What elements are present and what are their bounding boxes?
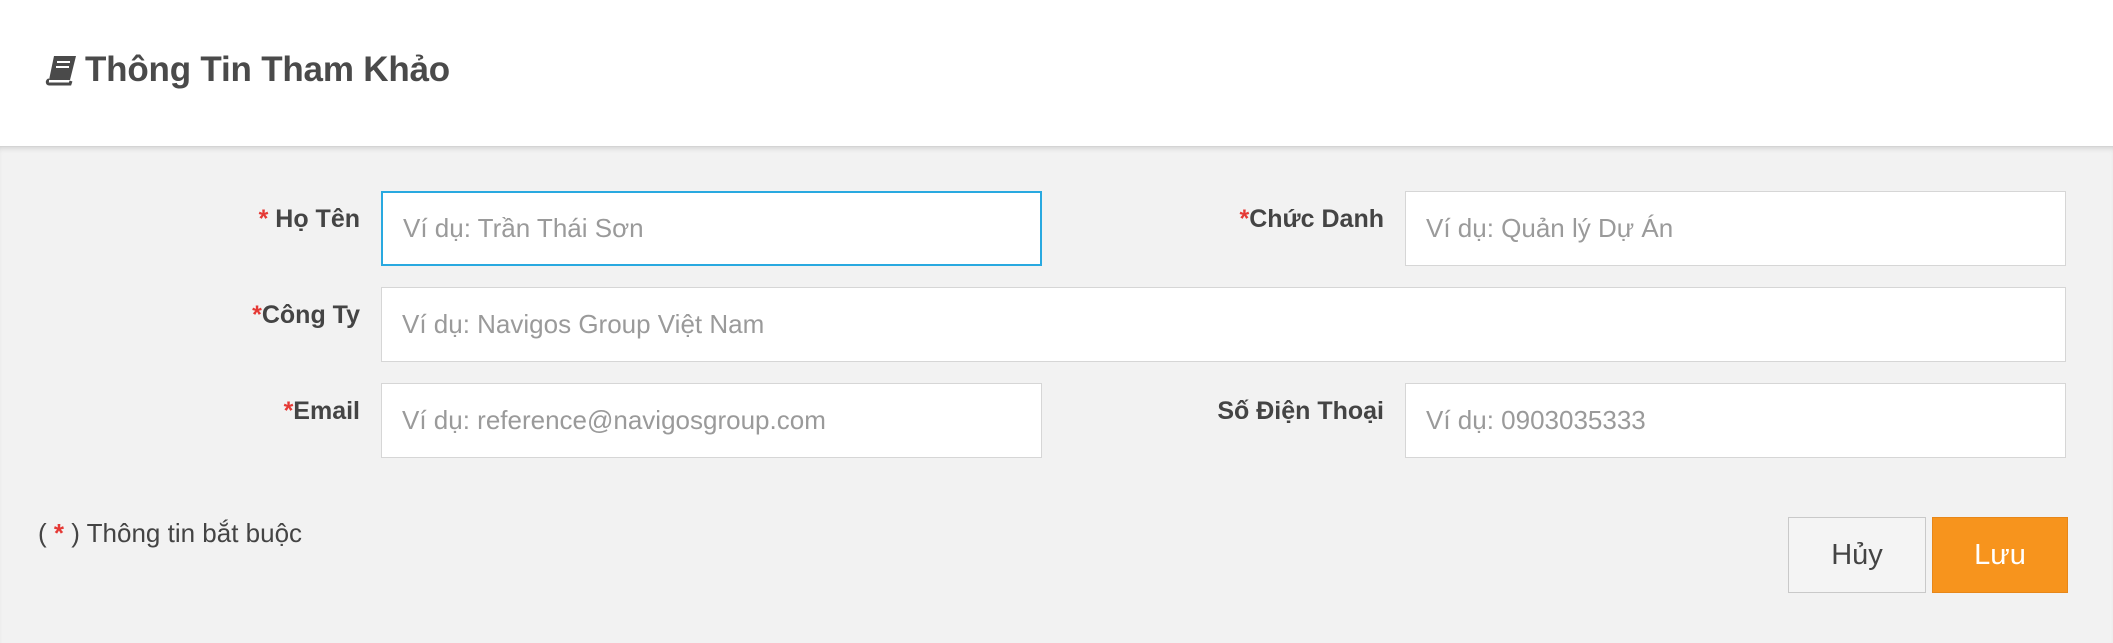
phone-input[interactable] [1405, 383, 2066, 458]
job-title-label-text: Chức Danh [1249, 205, 1384, 233]
phone-label: Số Điện Thoại [1217, 397, 1384, 426]
required-mark: * [258, 205, 269, 233]
cancel-button[interactable]: Hủy [1788, 517, 1926, 593]
required-mark: * [53, 518, 65, 548]
required-mark: * [252, 301, 262, 329]
full-name-label: * Họ Tên [259, 205, 360, 234]
full-name-label-text: Họ Tên [268, 205, 360, 233]
section-title: Thông Tin Tham Khảo [45, 46, 450, 94]
book-icon [45, 53, 79, 87]
section-header: Thông Tin Tham Khảo [0, 0, 2113, 144]
save-button[interactable]: Lưu [1932, 517, 2068, 593]
required-mark: * [1239, 205, 1250, 233]
company-label-text: Công Ty [261, 301, 360, 329]
phone-label-text: Số Điện Thoại [1217, 397, 1384, 425]
full-name-input[interactable] [381, 191, 1042, 266]
job-title-label: *Chức Danh [1239, 205, 1384, 234]
email-label-text: Email [293, 397, 360, 425]
email-label: *Email [284, 397, 360, 426]
note-open: ( [38, 518, 54, 548]
note-text: ) Thông tin bắt buộc [64, 518, 303, 548]
email-input[interactable] [381, 383, 1042, 458]
company-input[interactable] [381, 287, 2066, 362]
job-title-input[interactable] [1405, 191, 2066, 266]
required-fields-note: ( * ) Thông tin bắt buộc [38, 518, 302, 549]
company-label: *Công Ty [252, 301, 360, 330]
page-title: Thông Tin Tham Khảo [85, 50, 450, 89]
required-mark: * [283, 397, 294, 425]
